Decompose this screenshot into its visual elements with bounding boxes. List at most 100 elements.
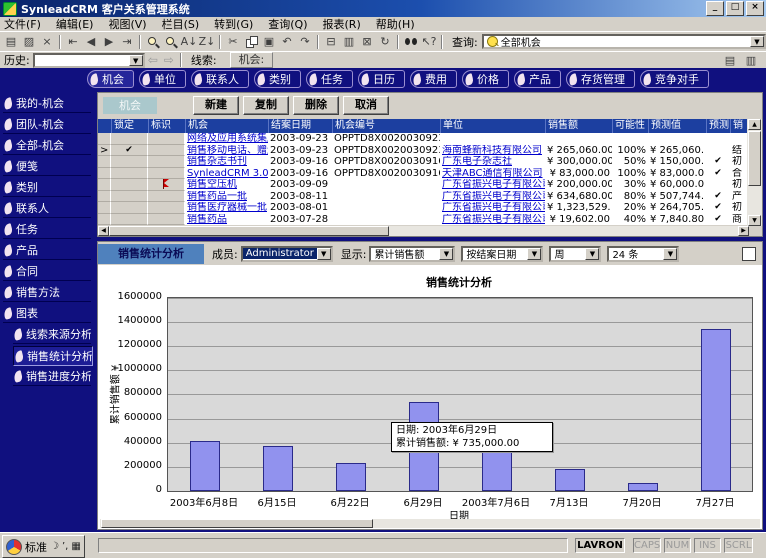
history-back-icon[interactable]: ⇦ <box>148 53 158 67</box>
member-dropdown-arrow-icon[interactable]: ▼ <box>317 248 331 260</box>
ime-logo-icon[interactable] <box>6 539 22 555</box>
period-combo[interactable]: 周 ▼ <box>549 246 601 262</box>
cut-icon[interactable]: ✂ <box>224 34 242 50</box>
tab-1[interactable]: 单位 <box>139 70 186 88</box>
member-combo[interactable]: Administrator ▼ <box>241 246 333 262</box>
opportunity-crumb[interactable]: 机会: <box>230 52 274 68</box>
menu-item-1[interactable]: 编辑(E) <box>56 16 94 32</box>
ime-toolbar[interactable]: 标准 ☽ ’, ▦ <box>2 535 85 558</box>
maximize-button[interactable]: □ <box>726 1 744 16</box>
redo-icon[interactable]: ↷ <box>296 34 314 50</box>
delete-record-icon[interactable]: × <box>38 34 56 50</box>
first-record-icon[interactable]: ⇤ <box>64 34 82 50</box>
chart-bar[interactable] <box>628 483 658 491</box>
unit-link[interactable]: 广东省振兴电子有限公司 <box>442 214 545 225</box>
table-row[interactable]: 销售药品一批2003-08-11广东省振兴电子有限公司¥ 634,680.008… <box>98 191 749 203</box>
column-header-forecast[interactable]: 预测值 <box>648 119 706 133</box>
export-icon[interactable]: ▥ <box>340 34 358 50</box>
sidebar-item-12[interactable]: 销售统计分析 <box>13 346 93 366</box>
sort-descending-icon[interactable]: Z↓ <box>198 34 216 50</box>
sidebar-item-10[interactable]: 图表 <box>3 304 91 323</box>
chart-horizontal-scrollbar[interactable] <box>100 519 760 528</box>
zoom-page-icon[interactable] <box>162 34 180 50</box>
refresh-icon[interactable]: ↻ <box>376 34 394 50</box>
menu-item-4[interactable]: 转到(G) <box>214 16 253 32</box>
sidebar-item-13[interactable]: 销售进度分析 <box>13 367 91 386</box>
sidebar-item-4[interactable]: 类别 <box>3 178 91 197</box>
tab-7[interactable]: 价格 <box>462 70 509 88</box>
tab-10[interactable]: 竞争对手 <box>640 70 709 88</box>
name-link[interactable]: 销售药品一批 <box>187 191 247 202</box>
menu-item-5[interactable]: 查询(Q) <box>268 16 307 32</box>
chart-scroll-thumb[interactable] <box>101 519 373 528</box>
ime-fullwidth-icon[interactable]: ☽ <box>50 541 59 552</box>
unit-link[interactable]: 广东省振兴电子有限公司 <box>442 179 545 190</box>
grid-button-1[interactable]: 复制 <box>243 96 289 115</box>
tab-0[interactable]: 机会 <box>87 70 134 88</box>
date-mode-combo[interactable]: 按结案日期 ▼ <box>461 246 543 262</box>
print-icon[interactable]: ⊟ <box>322 34 340 50</box>
name-link[interactable]: 销售空压机 <box>187 179 237 190</box>
scroll-down-icon[interactable]: ▼ <box>748 215 761 226</box>
display-combo[interactable]: 累计销售额 ▼ <box>369 246 455 262</box>
sidebar-item-0[interactable]: 我的-机会 <box>3 94 91 113</box>
table-row[interactable]: 销售药品2003-07-28广东省振兴电子有限公司¥ 19,602.0040%¥… <box>98 214 749 226</box>
column-header-number[interactable]: 机会编号 <box>332 119 440 133</box>
name-link[interactable]: 销售移动电话、赠送 <box>187 145 268 156</box>
tab-4[interactable]: 任务 <box>306 70 353 88</box>
name-link[interactable]: 销售医疗器械一批 <box>187 202 267 213</box>
history-forward-icon[interactable]: ⇨ <box>164 53 174 67</box>
table-horizontal-scrollbar[interactable]: ◀ ▶ <box>98 226 749 236</box>
count-combo[interactable]: 24 条 ▼ <box>607 246 679 262</box>
tab-2[interactable]: 联系人 <box>191 70 249 88</box>
unit-link[interactable]: 广东电子杂志社 <box>442 156 512 167</box>
column-header-gutter[interactable] <box>98 119 111 133</box>
column-header-predict[interactable]: 预测 <box>706 119 730 133</box>
tab-6[interactable]: 费用 <box>410 70 457 88</box>
display-dropdown-arrow-icon[interactable]: ▼ <box>439 248 453 260</box>
sidebar-item-1[interactable]: 团队-机会 <box>3 115 91 134</box>
vertical-scroll-thumb[interactable] <box>748 131 761 186</box>
table-row[interactable]: 销售医疗器械一批2003-08-01广东省振兴电子有限公司¥ 1,323,529… <box>98 202 749 214</box>
column-header-prob[interactable]: 可能性 <box>612 119 648 133</box>
sidebar-item-9[interactable]: 销售方法 <box>3 283 91 302</box>
history-dropdown-arrow-icon[interactable]: ▼ <box>129 55 143 66</box>
card-view-icon[interactable]: ▤ <box>721 52 739 68</box>
unit-link[interactable]: 天津ABC通信有限公司 <box>442 168 543 179</box>
sidebar-item-3[interactable]: 便笺 <box>3 157 91 176</box>
unit-link[interactable]: 广东省振兴电子有限公司 <box>442 191 545 202</box>
sidebar-item-6[interactable]: 任务 <box>3 220 91 239</box>
previous-record-icon[interactable]: ◀ <box>82 34 100 50</box>
count-dropdown-arrow-icon[interactable]: ▼ <box>663 248 677 260</box>
ime-mode-label[interactable]: 标准 <box>25 539 47 555</box>
tab-8[interactable]: 产品 <box>514 70 561 88</box>
name-link[interactable]: 销售药品 <box>187 214 227 225</box>
column-header-locked[interactable]: 锁定 <box>111 119 148 133</box>
context-help-icon[interactable]: ↖? <box>420 34 438 50</box>
table-row[interactable]: >✔销售移动电话、赠送2003-09-23OPPTD8X002003092300… <box>98 145 749 157</box>
sidebar-item-8[interactable]: 合同 <box>3 262 91 281</box>
table-row[interactable]: 销售杂志书刊2003-09-16OPPTD8X0020030916001广东电子… <box>98 156 749 168</box>
history-combo[interactable]: ▼ <box>33 53 145 68</box>
minimize-button[interactable]: _ <box>706 1 724 16</box>
ime-keyboard-icon[interactable]: ▦ <box>71 541 80 552</box>
horizontal-scroll-thumb[interactable] <box>109 226 389 236</box>
sidebar-item-5[interactable]: 联系人 <box>3 199 91 218</box>
chart-bar[interactable] <box>190 441 220 491</box>
column-header-unit[interactable]: 单位 <box>440 119 545 133</box>
query-dropdown-arrow-icon[interactable]: ▼ <box>750 36 764 47</box>
last-record-icon[interactable]: ⇥ <box>118 34 136 50</box>
mail-icon[interactable]: ⊠ <box>358 34 376 50</box>
scroll-left-icon[interactable]: ◀ <box>98 226 109 236</box>
sidebar-item-2[interactable]: 全部-机会 <box>3 136 91 155</box>
tab-3[interactable]: 类别 <box>254 70 301 88</box>
ime-punctuation-icon[interactable]: ’, <box>62 541 68 552</box>
new-record-icon[interactable]: ▤ <box>2 34 20 50</box>
query-combo[interactable]: 全部机会 ▼ <box>482 34 766 49</box>
menu-item-3[interactable]: 栏目(S) <box>162 16 200 32</box>
sidebar-item-11[interactable]: 线索来源分析 <box>13 325 91 344</box>
menu-item-7[interactable]: 帮助(H) <box>376 16 415 32</box>
zoom-icon[interactable] <box>144 34 162 50</box>
menu-item-2[interactable]: 视图(V) <box>108 16 146 32</box>
name-link[interactable]: 销售杂志书刊 <box>187 156 247 167</box>
